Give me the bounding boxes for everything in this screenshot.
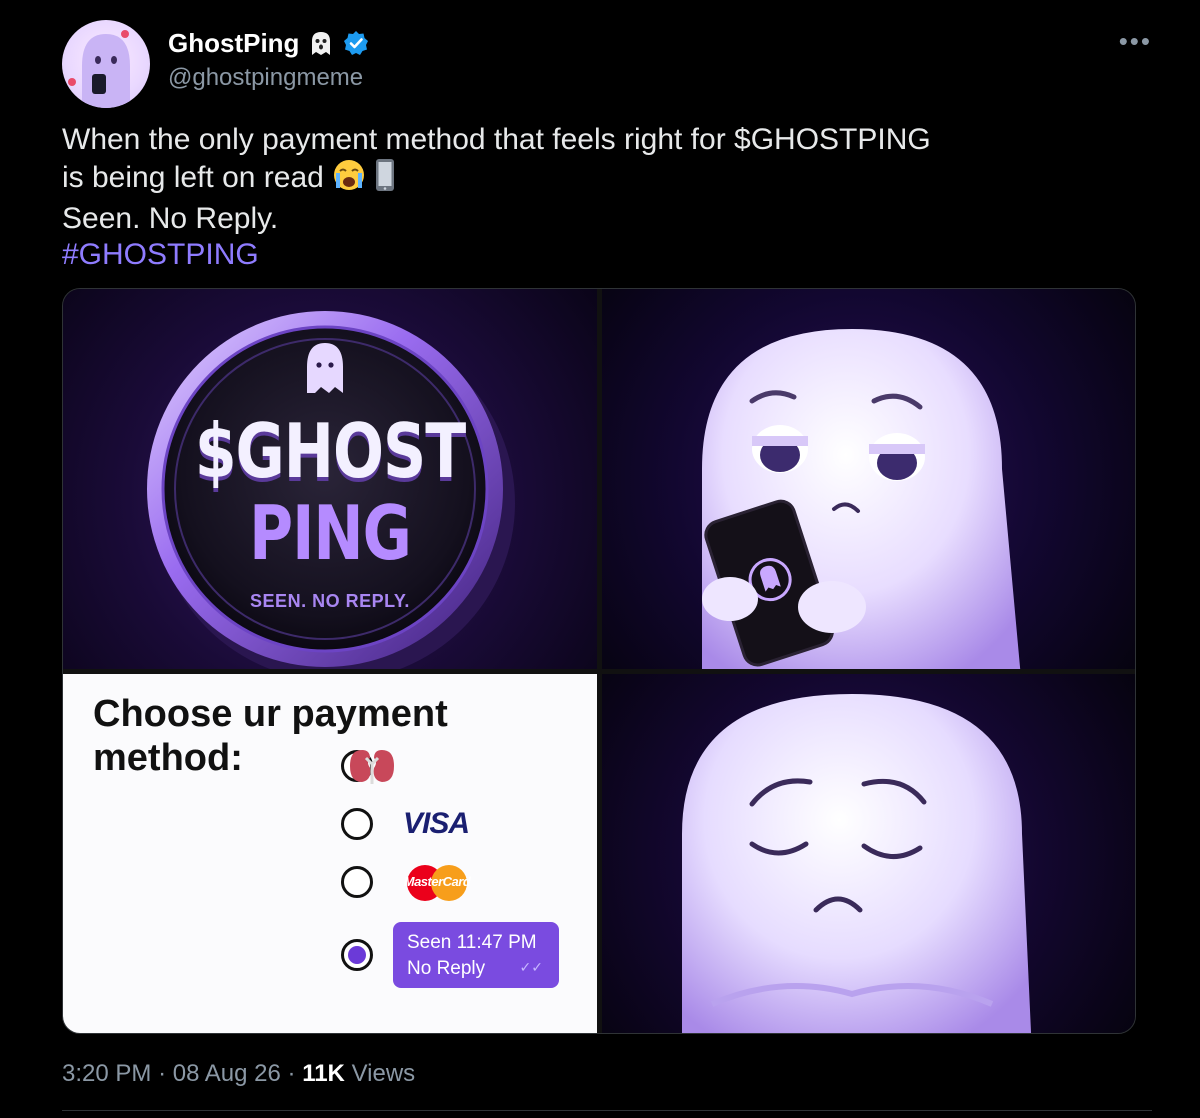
ghost-looking-at-phone-illustration	[702, 329, 1021, 669]
coin-panel: $GHOST PING SEEN. NO REPLY.	[63, 289, 597, 669]
media-image[interactable]: $GHOST PING SEEN. NO REPLY. Choose ur pa…	[62, 288, 1136, 1034]
tweet-date[interactable]: 08 Aug 26	[173, 1060, 281, 1087]
sad-ghost-illustration	[682, 694, 1032, 1033]
radio-mastercard	[341, 866, 373, 898]
more-options-button[interactable]: •••	[1119, 26, 1152, 57]
loudly-crying-face-icon	[332, 158, 366, 201]
payment-option-kidney	[341, 746, 403, 786]
verified-badge-icon	[343, 30, 369, 56]
tweet-text-line-1: When the only payment method that feels …	[62, 123, 931, 156]
read-check-icon: ✓✓	[519, 959, 543, 975]
hashtag-link[interactable]: #GHOSTPING	[62, 237, 1142, 273]
name-row: GhostPing	[168, 28, 369, 58]
radio-visa	[341, 808, 373, 840]
payment-method-panel: Choose ur payment method: VISA MasterCar…	[63, 674, 597, 1033]
sad-ghost-panel	[602, 674, 1135, 1033]
tweet-time[interactable]: 3:20 PM	[62, 1060, 151, 1087]
display-name[interactable]: GhostPing	[168, 28, 299, 59]
radio-seen-selected	[341, 939, 373, 971]
payment-option-mastercard: MasterCard	[341, 862, 471, 902]
tweet-meta: 3:20 PM · 08 Aug 26 · 11K Views	[62, 1060, 415, 1088]
ghost-icon	[307, 29, 335, 57]
mastercard-label: MasterCard	[403, 874, 471, 889]
visa-logo: VISA	[403, 807, 470, 840]
payment-title: Choose ur payment method:	[93, 693, 448, 779]
tweet-text: When the only payment method that feels …	[62, 122, 1142, 273]
tweet-text-line-2-wrap: is being left on read	[62, 158, 1142, 201]
handle[interactable]: @ghostpingmeme	[168, 64, 369, 92]
payment-option-seen: Seen 11:47 PM No Reply ✓✓	[341, 920, 559, 990]
author-block: GhostPing @ghostpingmeme	[168, 28, 369, 92]
ghost-phone-panel	[602, 289, 1135, 669]
payment-option-visa: VISA	[341, 804, 470, 844]
views-count[interactable]: 11K	[302, 1060, 345, 1087]
mobile-phone-icon	[374, 158, 396, 201]
views-label: Views	[351, 1060, 416, 1087]
seen-message-bubble: Seen 11:47 PM No Reply ✓✓	[393, 922, 559, 988]
meta-separator-1: ·	[158, 1060, 167, 1087]
coin-title-line-1: $GHOST	[194, 408, 466, 496]
coin-title-line-2: PING	[249, 490, 412, 578]
mastercard-logo: MasterCard	[403, 863, 471, 901]
tweet-text-line-2: is being left on read	[62, 161, 324, 194]
tweet-text-line-3: Seen. No Reply.	[62, 202, 279, 235]
avatar[interactable]	[62, 20, 150, 108]
divider	[62, 1110, 1152, 1111]
meta-separator-2: ·	[287, 1060, 296, 1087]
seen-time-text: Seen 11:47 PM	[407, 932, 537, 953]
coin-tagline: SEEN. NO REPLY.	[250, 591, 410, 611]
